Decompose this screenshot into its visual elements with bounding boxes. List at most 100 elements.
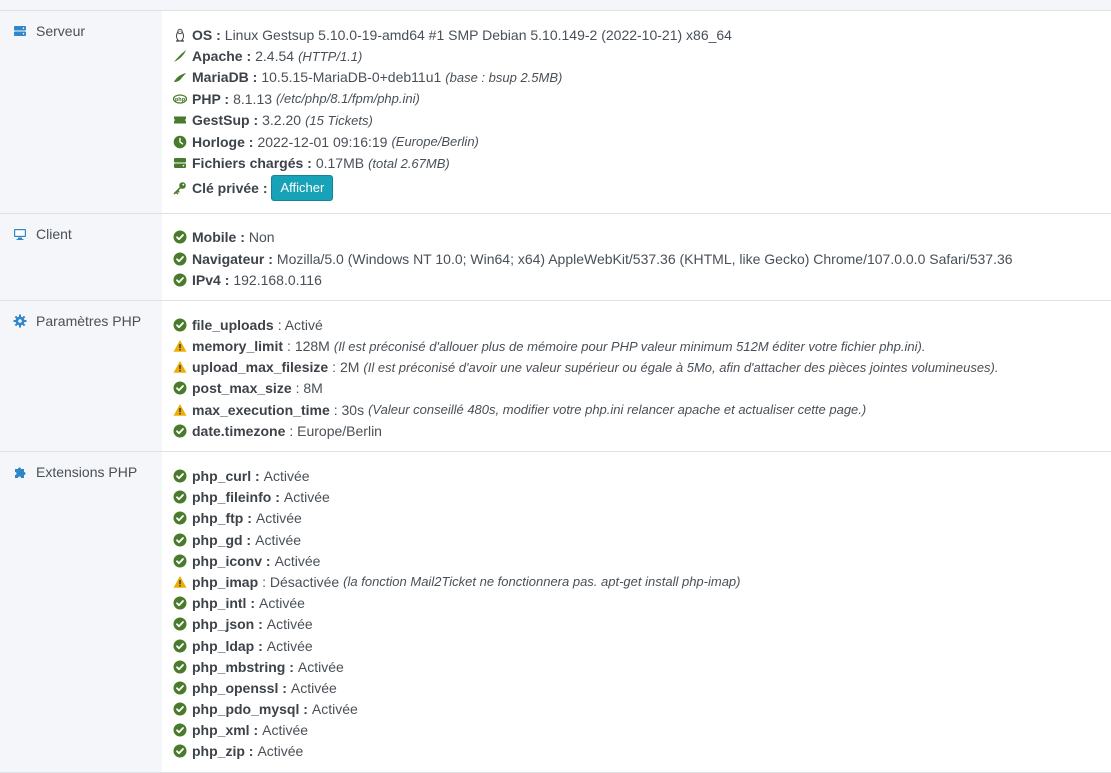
client-label-cell: Client (0, 213, 162, 301)
info-note: (HTTP/1.1) (298, 48, 363, 64)
system-info-table: Serveur OS : Linux Gestsup 5.10.0-19-amd6… (0, 10, 1111, 773)
info-line: max_execution_time: 30s (Valeur conseillé… (173, 399, 1111, 420)
php-params-values: file_uploads: Activé memory_limit: 128M (I… (162, 301, 1111, 452)
check-circle-icon (173, 252, 187, 266)
info-line: php_fileinfo : Activée (173, 487, 1111, 508)
info-value: : 30s (333, 401, 365, 418)
info-key: IPv4 : (192, 271, 230, 288)
info-key: php_curl : (192, 468, 260, 485)
check-circle-icon (173, 490, 187, 504)
php-params-label-cell: Paramètres PHP (0, 301, 162, 452)
info-key: Fichiers chargés : (192, 155, 312, 172)
info-value: : Activé (277, 316, 323, 333)
info-line: php_gd : Activée (173, 529, 1111, 550)
ticket-icon (173, 113, 187, 127)
info-line: php_ftp : Activée (173, 508, 1111, 529)
client-values: Mobile : Non Navigateur : Mozilla/5.0 (Wind… (162, 213, 1111, 301)
info-line: upload_max_filesize: 2M (Il est préconisé… (173, 357, 1111, 378)
info-line: Apache :2.4.54 (HTTP/1.1) (173, 45, 1111, 66)
check-circle-icon (173, 381, 187, 395)
info-key: file_uploads (192, 316, 274, 333)
info-value: Activée (263, 468, 310, 485)
svg-text:php: php (175, 97, 186, 103)
cog-icon (13, 314, 27, 328)
apache-feather-icon (173, 49, 187, 63)
info-line: Fichiers chargés :0.17MB (total 2.67MB) (173, 152, 1111, 173)
info-value: Activée (283, 489, 330, 506)
info-value: Activée (266, 637, 313, 654)
info-key: php_ldap : (192, 637, 263, 654)
info-value: Activée (274, 552, 321, 569)
info-value: : 128M (287, 338, 330, 355)
info-value: : 8M (295, 380, 323, 397)
info-key: php_json : (192, 616, 263, 633)
info-value: Activée (262, 722, 309, 739)
php-ext-row: Extensions PHP php_curl : Activée php_file… (0, 452, 1111, 773)
mariadb-icon (173, 70, 187, 84)
info-key: php_zip : (192, 743, 254, 760)
info-key: Horloge : (192, 133, 254, 150)
info-key: GestSup : (192, 112, 259, 129)
info-note: (Europe/Berlin) (391, 134, 479, 150)
info-value: : Désactivée (262, 573, 340, 590)
section-label: Client (36, 225, 72, 242)
info-line: date.timezone: Europe/Berlin (173, 420, 1111, 441)
info-value: Mozilla/5.0 (Windows NT 10.0; Win64; x64… (276, 250, 1013, 267)
info-key: Clé privée : (192, 179, 268, 196)
info-key: php_pdo_mysql : (192, 701, 308, 718)
info-value: 192.168.0.116 (233, 271, 322, 288)
info-line: php PHP :8.1.13 (/etc/php/8.1/fpm/php.ini) (173, 88, 1111, 109)
show-private-key-button[interactable]: Afficher (271, 174, 334, 201)
info-key: php_openssl : (192, 679, 287, 696)
info-value: Activée (257, 743, 304, 760)
check-circle-icon (173, 639, 187, 653)
info-line: php_mbstring : Activée (173, 656, 1111, 677)
info-value: Activée (311, 701, 358, 718)
info-line: memory_limit: 128M (Il est préconisé d'al… (173, 335, 1111, 356)
warning-icon (173, 575, 187, 589)
info-value: Linux Gestsup 5.10.0-19-amd64 #1 SMP Deb… (224, 26, 732, 43)
info-key: post_max_size (192, 380, 292, 397)
info-value: 10.5.15-MariaDB-0+deb11u1 (261, 69, 442, 86)
check-circle-icon (173, 533, 187, 547)
info-value: : 2M (332, 359, 360, 376)
info-line: php_curl : Activée (173, 465, 1111, 486)
info-value: Activée (290, 679, 337, 696)
info-key: php_xml : (192, 722, 259, 739)
info-value: 2.4.54 (255, 48, 295, 65)
check-circle-icon (173, 424, 187, 438)
check-circle-icon (173, 660, 187, 674)
info-line: php_intl : Activée (173, 593, 1111, 614)
info-note: (/etc/php/8.1/fpm/php.ini) (276, 91, 420, 107)
info-line: file_uploads: Activé (173, 314, 1111, 335)
check-circle-icon (173, 554, 187, 568)
info-value: Activée (255, 510, 302, 527)
php-ext-values: php_curl : Activée php_fileinfo : Activée ph… (162, 452, 1111, 773)
info-note: (Il est préconisé d'avoir une valeur sup… (363, 359, 999, 375)
info-line: Horloge :2022-12-01 09:16:19 (Europe/Berl… (173, 131, 1111, 152)
info-key: php_ftp : (192, 510, 252, 527)
info-key: date.timezone (192, 422, 286, 439)
info-key: php_intl : (192, 595, 255, 612)
info-note: (Valeur conseillé 480s, modifier votre p… (368, 402, 867, 418)
key-icon (173, 181, 187, 195)
info-note: (la fonction Mail2Ticket ne fonctionnera… (343, 574, 741, 590)
check-circle-icon (173, 617, 187, 631)
info-value: 3.2.20 (262, 112, 302, 129)
info-note: (15 Tickets) (305, 112, 373, 128)
info-line: php_zip : Activée (173, 741, 1111, 762)
info-line: php_iconv : Activée (173, 550, 1111, 571)
info-value: 8.1.13 (233, 90, 273, 107)
section-label: Serveur (36, 23, 86, 39)
section-label: Paramètres PHP (36, 313, 142, 330)
info-line: php_pdo_mysql : Activée (173, 698, 1111, 719)
info-key: max_execution_time (192, 401, 330, 418)
server-label-cell: Serveur (0, 11, 162, 213)
info-line: php_openssl : Activée (173, 677, 1111, 698)
info-key: php_fileinfo : (192, 489, 280, 506)
puzzle-icon (13, 465, 27, 479)
info-line: php_json : Activée (173, 614, 1111, 635)
server-values: OS : Linux Gestsup 5.10.0-19-amd64 #1 SMP… (162, 11, 1111, 213)
clock-icon (173, 135, 187, 149)
info-line: php_imap: Désactivée (la fonction Mail2Ti… (173, 571, 1111, 592)
